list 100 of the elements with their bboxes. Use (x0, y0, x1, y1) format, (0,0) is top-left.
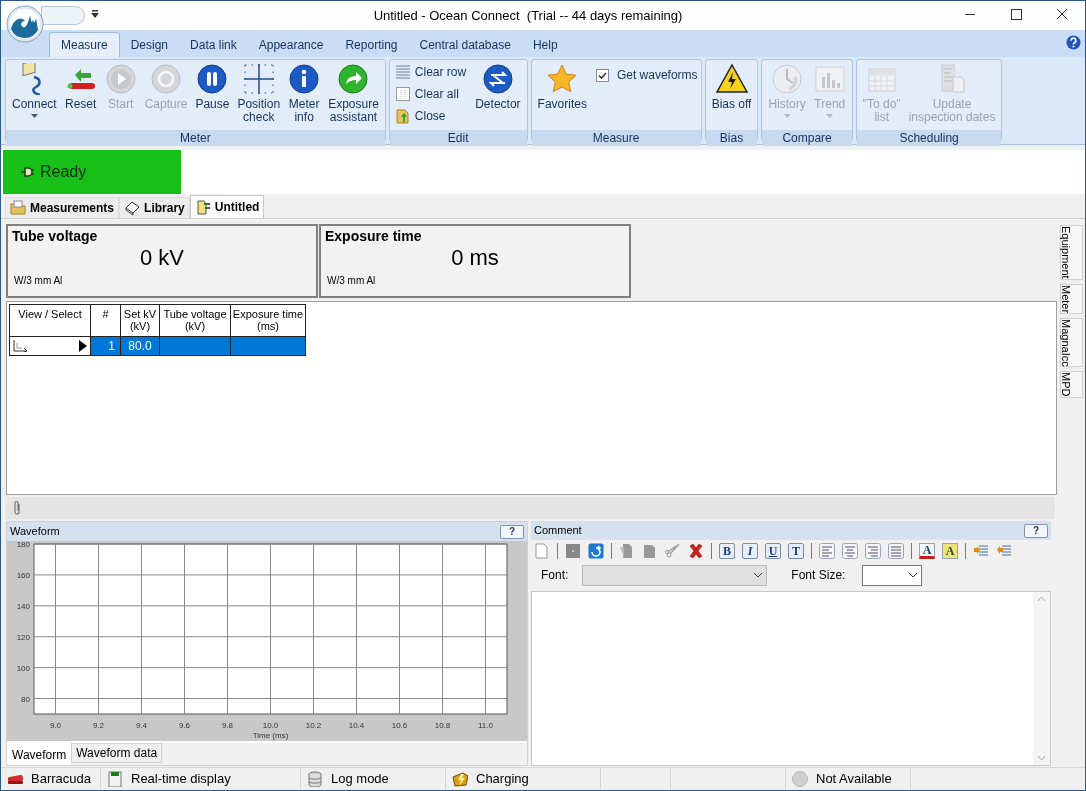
ribbon-tab[interactable]: Measure (49, 32, 120, 57)
ribbon-tab[interactable]: Appearance (247, 32, 335, 57)
pause-icon (196, 63, 229, 95)
ribbon-button[interactable]: Detector (472, 62, 524, 130)
ribbon-group-label: Measure (531, 130, 701, 146)
panel-title: Comment (534, 523, 582, 539)
ribbon-button[interactable]: Close (392, 106, 467, 126)
panel-tab[interactable]: Waveform (7, 743, 72, 765)
status-dot-icon (792, 771, 808, 787)
help-icon[interactable] (1066, 35, 1081, 50)
ribbon-button[interactable]: Position check (234, 62, 284, 130)
align-center-icon[interactable] (842, 543, 858, 559)
ribbon-button[interactable]: Connect (9, 62, 60, 130)
lines-icon (394, 64, 411, 80)
tick-label: 10.2 (305, 721, 322, 730)
lightning-icon (452, 771, 468, 787)
column-header[interactable]: # (90, 304, 121, 337)
scrollbar[interactable] (1033, 592, 1050, 765)
checkbox[interactable] (595, 68, 609, 82)
ribbon-button[interactable]: Pause (192, 62, 233, 130)
panel-title: Waveform (10, 524, 60, 540)
axes-icon[interactable] (13, 340, 27, 352)
ribbon-button[interactable]: Clear all (392, 84, 467, 104)
highlight-button[interactable]: A (942, 543, 958, 559)
copy-icon[interactable] (619, 543, 635, 559)
ribbon-button[interactable]: Exposure assistant (325, 62, 382, 130)
document-icon (194, 199, 211, 215)
side-tab[interactable]: Equipment (1060, 225, 1083, 280)
ribbon-group-label: Bias (705, 130, 758, 146)
ribbon-button[interactable]: Bias off (708, 62, 755, 130)
panel-tab[interactable]: Waveform data (71, 743, 163, 763)
plug-icon (18, 164, 34, 180)
meter-title: Tube voltage (12, 227, 98, 245)
record-icon (150, 63, 183, 95)
format-button[interactable]: T (788, 543, 804, 559)
customize-dropdown-icon[interactable] (91, 10, 99, 19)
tick-label: 9.6 (178, 721, 191, 730)
field-label: Font: (541, 567, 569, 584)
meter-unit: W/3 mm Al (326, 275, 376, 287)
chevron-down-icon (753, 572, 764, 578)
redo-icon[interactable] (588, 543, 604, 559)
scissors-icon[interactable] (665, 543, 681, 559)
column-header[interactable]: Exposure time (ms) (230, 304, 306, 337)
document-tab[interactable]: Untitled (189, 195, 265, 218)
grid-icon (394, 86, 411, 102)
ribbon-button[interactable]: Favorites (534, 62, 590, 130)
clock-icon (771, 63, 804, 95)
column-header[interactable]: Tube voltage (kV) (159, 304, 231, 337)
paperclip-icon[interactable] (13, 500, 22, 516)
field-label: Font Size: (791, 567, 846, 584)
side-tab[interactable]: Meter (1060, 283, 1083, 314)
scroll-down-icon[interactable] (1037, 755, 1046, 761)
document-tab[interactable]: Measurements (5, 197, 120, 218)
status-bar-text: Not Available (816, 770, 892, 789)
indent-icon[interactable] (973, 543, 989, 559)
new-document-icon[interactable] (534, 543, 550, 559)
status-bar-text: Log mode (331, 770, 389, 789)
tick-label: 9.2 (92, 721, 105, 730)
axis-title: Time (ms) (252, 731, 289, 740)
ribbon-button[interactable]: Clear row (392, 62, 467, 82)
ribbon-tab[interactable]: Help (521, 32, 569, 57)
ribbon-group-label: Compare (762, 130, 852, 146)
column-header[interactable]: Set kV (kV) (120, 304, 160, 337)
delete-icon[interactable] (688, 543, 704, 559)
justify-icon[interactable] (888, 543, 904, 559)
ribbon-tab[interactable]: Data link (179, 32, 248, 57)
format-button[interactable]: B (719, 543, 735, 559)
paste-icon[interactable] (642, 543, 658, 559)
font-size-dropdown[interactable] (862, 564, 923, 586)
format-button[interactable]: U (765, 543, 781, 559)
ribbon-button[interactable]: Meter info (285, 62, 324, 130)
side-tab[interactable]: MagnaIcc (1060, 317, 1083, 368)
quick-access-toolbar (41, 6, 85, 25)
tick-label: 9.0 (49, 721, 62, 730)
scroll-up-icon[interactable] (1037, 596, 1046, 602)
play-icon (104, 63, 137, 95)
font-color-button[interactable]: A (919, 543, 935, 559)
document-tab[interactable]: Library (119, 197, 190, 218)
help-button[interactable]: ? (500, 524, 524, 539)
column-header[interactable]: View / Select (9, 304, 91, 337)
ribbon-tab[interactable]: Reporting (334, 32, 409, 57)
bar-chart-icon (813, 63, 846, 95)
meter-title: Exposure time (325, 227, 422, 245)
chevron-down-icon (908, 572, 919, 578)
tick-label: 9.8 (221, 721, 234, 730)
ribbon-tab[interactable]: Design (119, 32, 180, 57)
ribbon-button[interactable]: Reset (61, 62, 100, 130)
checkbox-label[interactable]: Get waveforms (616, 66, 698, 84)
folder-icon (10, 200, 26, 216)
align-right-icon[interactable] (865, 543, 881, 559)
tick-label: 11.0 (478, 721, 493, 730)
help-button[interactable]: ? (1024, 523, 1048, 538)
side-tab[interactable]: MPD (1060, 371, 1083, 398)
align-left-icon[interactable] (819, 543, 835, 559)
swap-arrows-icon (481, 63, 514, 95)
ribbon-tab[interactable]: Central database (408, 32, 522, 57)
outdent-icon[interactable] (996, 543, 1012, 559)
tick-label: 160 (16, 570, 30, 580)
ribbon-group-label: Meter (6, 130, 385, 146)
format-button[interactable]: I (742, 543, 758, 559)
